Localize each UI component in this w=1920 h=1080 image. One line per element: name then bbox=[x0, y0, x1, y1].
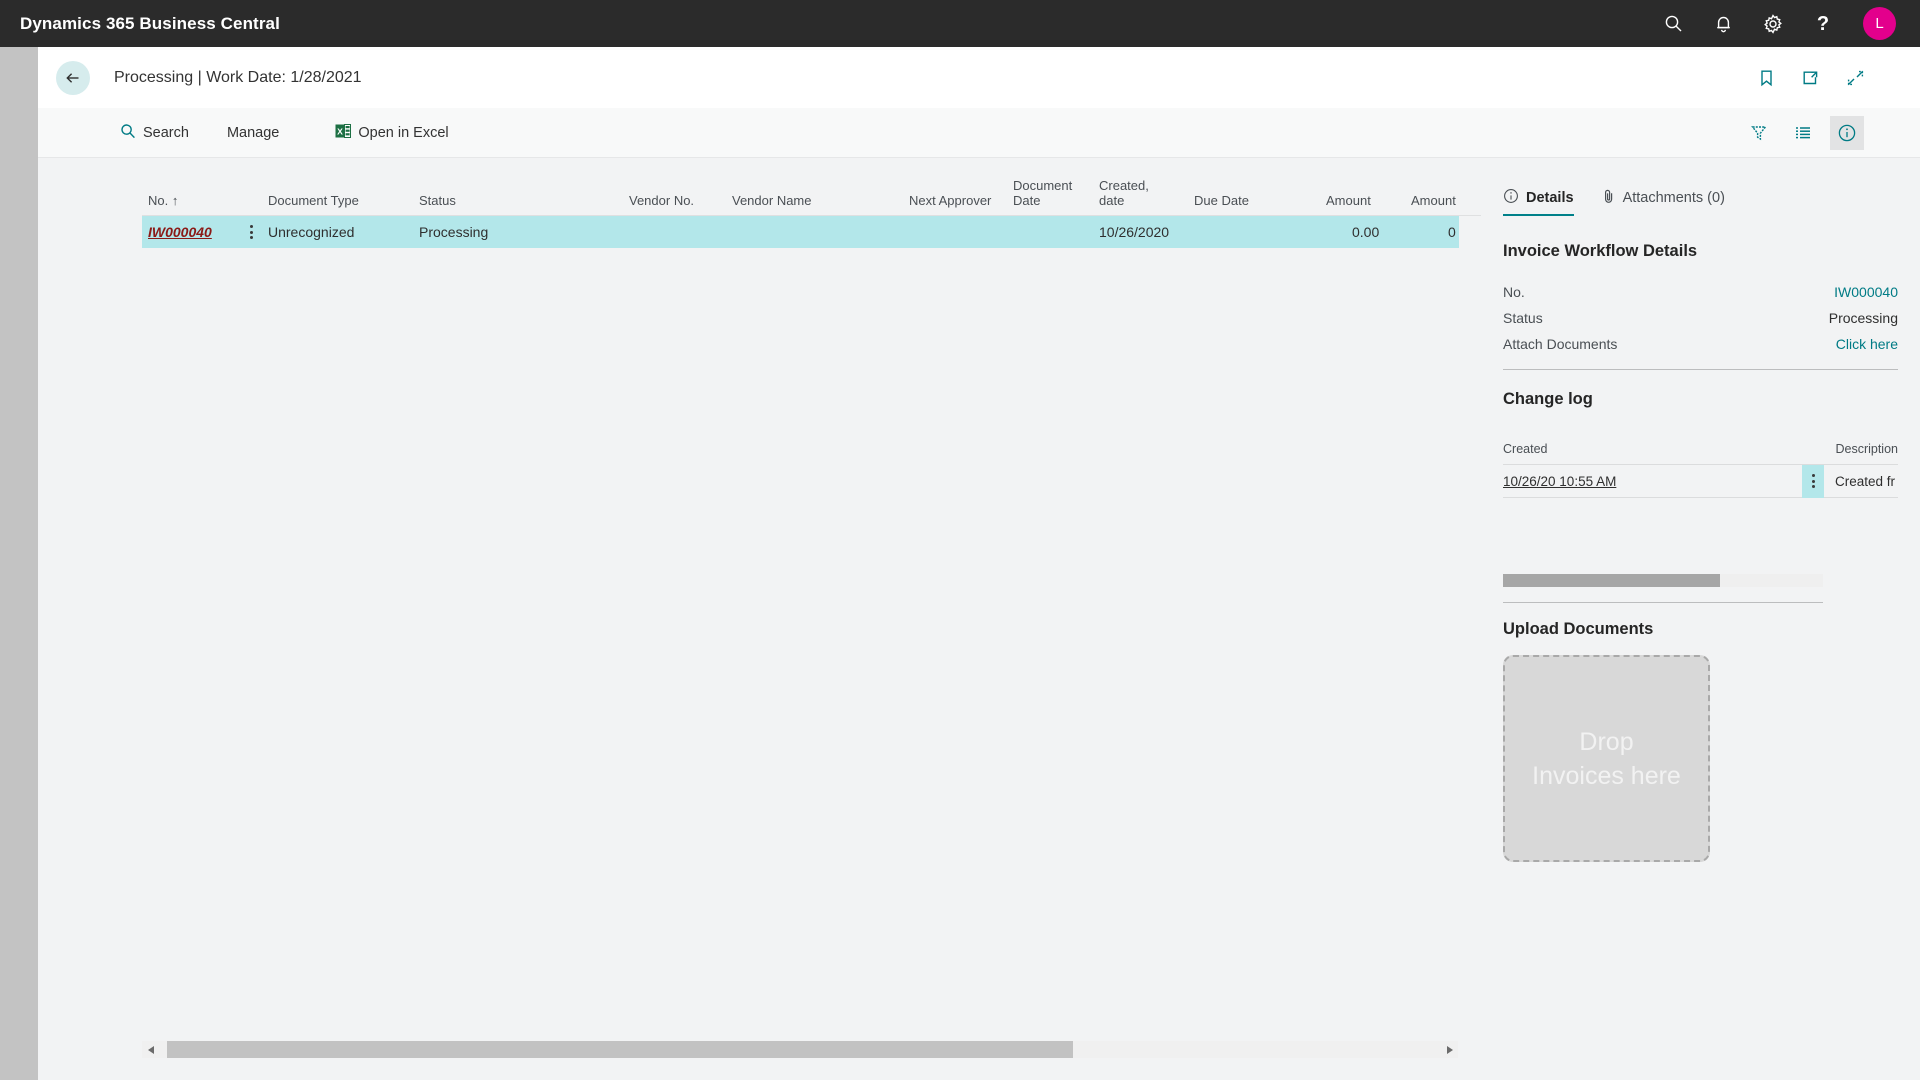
column-header-vendor-name[interactable]: Vendor Name bbox=[732, 193, 812, 208]
cell-created-date: 10/26/2020 bbox=[1099, 224, 1170, 240]
field-status-value: Processing bbox=[1828, 310, 1898, 326]
settings-gear-icon[interactable] bbox=[1761, 12, 1785, 36]
row-menu-icon[interactable] bbox=[241, 216, 261, 248]
notification-bell-icon[interactable] bbox=[1711, 12, 1735, 36]
pane-divider bbox=[1503, 602, 1823, 603]
vertical-dots-icon bbox=[1811, 474, 1815, 488]
cell-document-type: Unrecognized bbox=[268, 224, 355, 240]
field-no-value[interactable]: IW000040 bbox=[1834, 284, 1898, 300]
field-status: Status Processing bbox=[1503, 305, 1898, 331]
horizontal-scrollbar[interactable] bbox=[142, 1041, 1458, 1058]
column-header-document-date[interactable]: Document Date bbox=[1013, 178, 1072, 208]
page-title: Processing | Work Date: 1/28/2021 bbox=[114, 68, 362, 86]
column-header-due-date[interactable]: Due Date bbox=[1194, 193, 1249, 208]
tab-details-label: Details bbox=[1526, 190, 1574, 206]
table-row[interactable]: IW000040 Unrecognized Processing 10/26/2… bbox=[142, 216, 1459, 248]
toolbar-search-button[interactable]: Search bbox=[112, 119, 197, 147]
column-header-no[interactable]: No. ↑ bbox=[148, 193, 178, 208]
collapse-icon[interactable] bbox=[1846, 69, 1865, 87]
page-shell: Processing | Work Date: 1/28/2021 Search… bbox=[38, 47, 1920, 1080]
open-in-new-window-icon[interactable] bbox=[1801, 69, 1820, 87]
toolbar-manage-label: Manage bbox=[226, 124, 280, 141]
field-attach-documents-value[interactable]: Click here bbox=[1836, 336, 1898, 352]
column-header-vendor-no[interactable]: Vendor No. bbox=[629, 193, 694, 208]
info-icon[interactable] bbox=[1830, 115, 1864, 150]
changelog-created-value[interactable]: 10/26/20 10:55 AM bbox=[1503, 474, 1802, 489]
avatar[interactable]: L bbox=[1863, 7, 1896, 40]
changelog-description-value: Created fr bbox=[1835, 473, 1896, 489]
info-icon bbox=[1503, 188, 1519, 208]
toolbar-open-in-excel-label: Open in Excel bbox=[358, 124, 449, 141]
paperclip-icon bbox=[1602, 188, 1616, 208]
pane-horizontal-scrollbar[interactable] bbox=[1503, 574, 1823, 587]
search-icon bbox=[120, 123, 136, 143]
column-header-status[interactable]: Status bbox=[419, 193, 456, 208]
toolbar-right-actions bbox=[1732, 115, 1864, 150]
avatar-initial: L bbox=[1875, 15, 1884, 32]
details-section-title: Invoice Workflow Details bbox=[1503, 242, 1698, 260]
upload-dropzone[interactable]: Drop Invoices here bbox=[1503, 655, 1710, 862]
bookmark-icon[interactable] bbox=[1758, 69, 1775, 87]
changelog-column-created[interactable]: Created bbox=[1503, 442, 1547, 456]
toolbar-manage-button[interactable]: Manage bbox=[219, 121, 287, 145]
column-header-document-type[interactable]: Document Type bbox=[268, 193, 359, 208]
vertical-dots-icon bbox=[249, 225, 253, 239]
svg-text:X: X bbox=[337, 126, 343, 136]
app-bar-actions: ? L bbox=[1661, 7, 1896, 40]
column-header-next-approver[interactable]: Next Approver bbox=[909, 193, 991, 208]
upload-documents-title: Upload Documents bbox=[1503, 620, 1654, 638]
cell-status: Processing bbox=[419, 224, 489, 240]
action-toolbar: Search Manage X Open in Excel bbox=[38, 108, 1920, 158]
changelog-table: Created Description 10/26/20 10:55 AM Cr… bbox=[1503, 442, 1898, 498]
details-field-list: No. IW000040 Status Processing Attach Do… bbox=[1503, 279, 1898, 357]
toolbar-open-in-excel-button[interactable]: X Open in Excel bbox=[327, 119, 456, 147]
changelog-column-description[interactable]: Description bbox=[1835, 442, 1898, 456]
field-no: No. IW000040 bbox=[1503, 279, 1898, 305]
scroll-left-arrow-icon[interactable] bbox=[142, 1041, 159, 1058]
changelog-row-menu-icon[interactable] bbox=[1802, 464, 1824, 498]
filter-icon[interactable] bbox=[1742, 116, 1776, 150]
scrollbar-track[interactable] bbox=[159, 1041, 1441, 1058]
cell-amount: 0.00 bbox=[1352, 224, 1380, 240]
field-no-label: No. bbox=[1503, 284, 1525, 300]
field-status-label: Status bbox=[1503, 310, 1543, 326]
app-bar: Dynamics 365 Business Central ? L bbox=[0, 0, 1920, 47]
help-glyph: ? bbox=[1816, 12, 1830, 35]
scroll-right-arrow-icon[interactable] bbox=[1441, 1041, 1458, 1058]
invoice-grid: No. ↑ Document Type Status Vendor No. Ve… bbox=[38, 158, 1481, 1080]
column-header-amount[interactable]: Amount bbox=[1326, 193, 1371, 208]
tab-attachments[interactable]: Attachments (0) bbox=[1602, 188, 1725, 216]
column-header-created-date[interactable]: Created, date bbox=[1099, 178, 1149, 208]
help-question-icon[interactable]: ? bbox=[1811, 12, 1835, 36]
search-icon[interactable] bbox=[1661, 12, 1685, 36]
scrollbar-thumb[interactable] bbox=[167, 1041, 1073, 1058]
grid-header-row: No. ↑ Document Type Status Vendor No. Ve… bbox=[38, 158, 1481, 216]
details-pane: Details Attachments (0) Invoice Workflow… bbox=[1481, 158, 1920, 1080]
pane-scrollbar-thumb[interactable] bbox=[1503, 574, 1720, 587]
details-tabs: Details Attachments (0) bbox=[1503, 158, 1898, 220]
excel-icon: X bbox=[335, 123, 352, 143]
page-header-actions bbox=[1758, 69, 1865, 87]
back-button[interactable] bbox=[56, 60, 90, 95]
tab-details[interactable]: Details bbox=[1503, 188, 1574, 216]
column-header-amount-2[interactable]: Amount bbox=[1411, 193, 1456, 208]
cell-no[interactable]: IW000040 bbox=[148, 224, 212, 240]
field-attach-documents-label: Attach Documents bbox=[1503, 336, 1618, 352]
field-attach-documents: Attach Documents Click here bbox=[1503, 331, 1898, 357]
tab-attachments-label: Attachments (0) bbox=[1622, 190, 1725, 206]
left-rail bbox=[0, 47, 38, 1080]
changelog-header-row: Created Description bbox=[1503, 442, 1898, 465]
dropzone-label: Drop Invoices here bbox=[1532, 727, 1681, 790]
details-divider bbox=[1503, 369, 1898, 370]
cell-amount-2: 0 bbox=[1448, 224, 1456, 240]
page-header: Processing | Work Date: 1/28/2021 bbox=[38, 47, 1920, 108]
toolbar-search-label: Search bbox=[143, 124, 189, 141]
changelog-title: Change log bbox=[1503, 390, 1593, 408]
list-view-icon[interactable] bbox=[1786, 116, 1820, 150]
changelog-row[interactable]: 10/26/20 10:55 AM Created fr bbox=[1503, 464, 1898, 498]
app-title: Dynamics 365 Business Central bbox=[20, 13, 280, 33]
